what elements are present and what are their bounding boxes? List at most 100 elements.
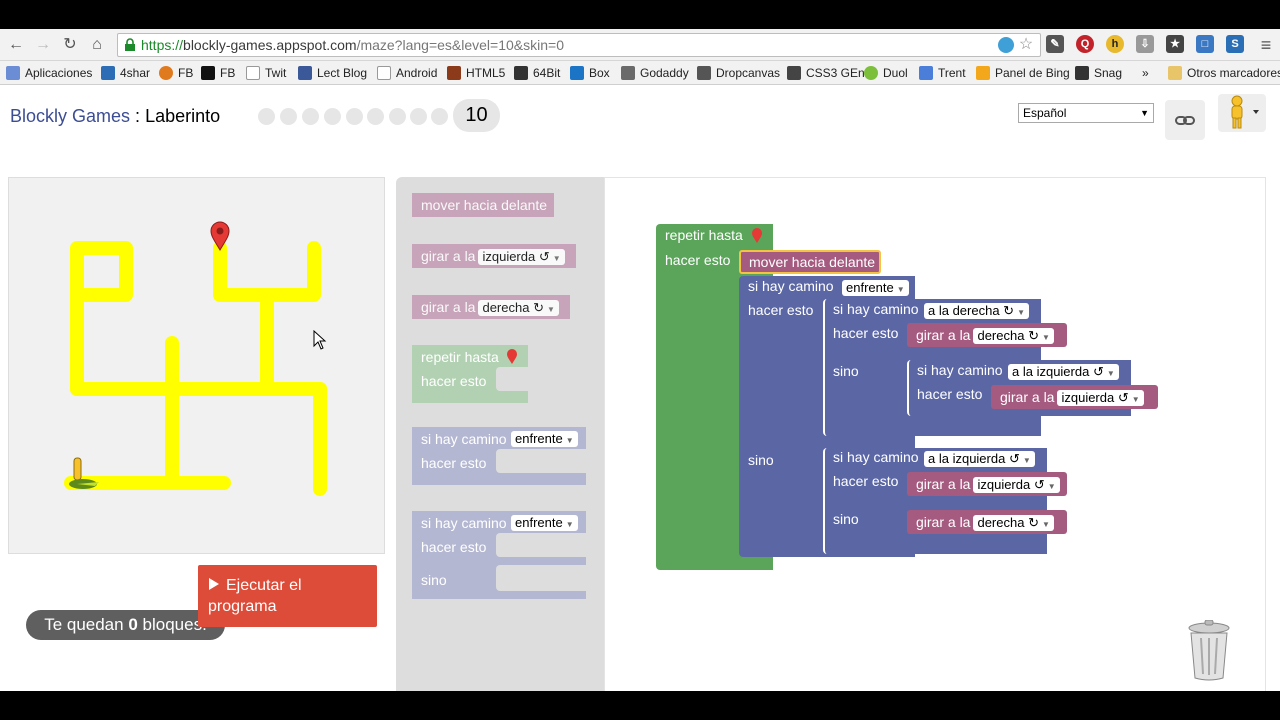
bookmark-folder[interactable]: Otros marcadores [1168,65,1280,81]
block-text: hacer esto [833,325,899,341]
chevron-down-icon: ▼ [565,436,574,445]
level-dot-5[interactable] [346,108,363,125]
map-pin-icon [507,349,517,364]
bookmark-item[interactable]: Box [570,65,610,81]
bookmark-item[interactable]: Dropcanvas [697,65,780,81]
level-dot-2[interactable] [280,108,297,125]
toolbox-block-turn-left[interactable]: girar a la izquierda ↺ ▼ [412,244,576,268]
back-arrow-icon[interactable]: ← [6,35,26,55]
path-dropdown[interactable]: enfrente ▼ [511,431,578,447]
block-text: mover hacia delante [749,254,876,270]
bookmark-item[interactable]: Panel de Bing [976,65,1070,81]
toolbox-block-if-else-path[interactable]: si hay camino enfrente ▼ hacer esto sino [412,511,586,599]
program-block-if-else-left[interactable]: si hay camino a la izquierda ↺ ▼ hacer es… [823,448,1047,554]
level-dot-3[interactable] [302,108,319,125]
bookmark-item[interactable]: CSS3 GEn [787,65,865,81]
block-text: si hay camino [421,515,507,531]
box-icon [570,66,584,80]
direction-dropdown[interactable]: derecha ↻ ▼ [478,300,559,317]
page-icon [377,66,391,80]
program-block-turn-right[interactable]: girar a la derecha ↻ ▼ [907,510,1067,534]
bookmarks-overflow-button[interactable]: » [1142,65,1149,81]
eyedropper-icon[interactable]: ✎ [1046,35,1064,53]
direction-dropdown[interactable]: izquierda ↺ ▼ [1057,390,1144,407]
path-dropdown[interactable]: a la izquierda ↺ ▼ [924,451,1035,467]
path-dropdown[interactable]: a la izquierda ↺ ▼ [1008,364,1119,380]
bookmark-item[interactable]: 4shar [101,65,150,81]
address-bar[interactable]: https://blockly-games.appspot.com/maze?l… [117,33,1041,57]
run-program-button[interactable]: Ejecutar el programa [198,565,377,627]
bookmark-favicon [514,66,528,80]
bookmark-label: Godaddy [640,66,689,80]
bookmark-favicon [919,66,933,80]
extension-s-icon[interactable]: S [1226,35,1244,53]
dropdown-value: enfrente [515,431,563,446]
bookmark-item[interactable]: HTML5 [447,65,505,81]
path-dropdown[interactable]: enfrente ▼ [511,515,578,531]
chevron-down-icon: ▼ [1106,369,1115,378]
level-current[interactable]: 10 [453,99,500,132]
level-dot-4[interactable] [324,108,341,125]
level-dot-9[interactable] [431,108,448,125]
trash-icon[interactable] [1185,620,1233,682]
folder-icon [1168,66,1182,80]
extension-puzzle-icon[interactable]: ★ [1166,35,1184,53]
path-dropdown[interactable]: a la derecha ↻ ▼ [924,303,1029,319]
bookmark-item[interactable]: Aplicaciones [6,65,92,81]
chevron-down-icon: ▼ [552,254,561,264]
bookmark-item[interactable]: Duol [864,65,908,81]
bookmark-label: HTML5 [466,66,506,80]
extension-download-icon[interactable]: ⇩ [1136,35,1154,53]
bookmark-item[interactable]: Snag [1075,65,1122,81]
extension-h-icon[interactable]: h [1106,35,1124,53]
bookmark-favicon [201,66,215,80]
menu-icon[interactable]: ≡ [1256,35,1276,55]
translate-icon[interactable] [998,37,1014,53]
pegman-button[interactable] [1218,94,1266,132]
toolbox-block-move-forward[interactable]: mover hacia delante [412,193,554,217]
home-icon[interactable]: ⌂ [87,35,107,55]
bookmark-favicon [159,66,173,80]
extension-q-icon[interactable]: Q [1076,35,1094,53]
program-block-turn-left[interactable]: girar a la izquierda ↺ ▼ [991,385,1158,409]
direction-dropdown[interactable]: derecha ↻ ▼ [973,328,1054,345]
block-text: hacer esto [833,473,899,489]
extension-screen-icon[interactable]: □ [1196,35,1214,53]
bookmark-label: Duol [883,66,908,80]
forward-arrow-icon[interactable]: → [33,35,53,55]
level-dot-8[interactable] [410,108,427,125]
bookmark-item[interactable]: Lect Blog [298,65,367,81]
bookmark-item[interactable]: FB [159,65,193,81]
block-workspace[interactable]: repetir hasta hacer esto mover hacia del… [604,177,1266,691]
star-icon[interactable]: ☆ [1018,37,1034,53]
level-dot-6[interactable] [367,108,384,125]
path-dropdown[interactable]: enfrente ▼ [842,280,909,296]
chevron-down-icon: ▼ [1131,395,1140,405]
program-block-turn-right[interactable]: girar a la derecha ↻ ▼ [907,323,1067,347]
dropdown-value: enfrente [515,515,563,530]
reload-icon[interactable]: ↻ [60,35,80,55]
chevron-down-icon: ▼ [1047,482,1056,492]
language-select[interactable]: Español ▼ [1018,103,1154,123]
dropdown-value: derecha [977,515,1025,531]
bookmark-item[interactable]: FB [201,65,235,81]
bookmark-item[interactable]: Android [377,65,437,81]
block-slot [496,565,586,591]
link-button[interactable] [1165,100,1205,140]
program-block-turn-left[interactable]: girar a la izquierda ↺ ▼ [907,472,1067,496]
toolbox-block-if-path[interactable]: si hay camino enfrente ▼ hacer esto [412,427,586,485]
toolbox-block-repeat-until[interactable]: repetir hasta hacer esto [412,345,528,403]
brand-link[interactable]: Blockly Games [10,106,130,126]
level-dot-1[interactable] [258,108,275,125]
bookmark-item[interactable]: Godaddy [621,65,689,81]
direction-dropdown[interactable]: izquierda ↺ ▼ [478,249,565,266]
bookmark-item[interactable]: 64Bit [514,65,560,81]
bookmark-item[interactable]: Trent [919,65,966,81]
level-dot-7[interactable] [389,108,406,125]
toolbox-block-turn-right[interactable]: girar a la derecha ↻ ▼ [412,295,570,319]
direction-dropdown[interactable]: izquierda ↺ ▼ [973,477,1060,494]
program-block-move-forward[interactable]: mover hacia delante [739,250,881,274]
block-text: hacer esto [748,302,814,318]
bookmark-item[interactable]: Twit [246,65,286,81]
direction-dropdown[interactable]: derecha ↻ ▼ [973,515,1054,532]
